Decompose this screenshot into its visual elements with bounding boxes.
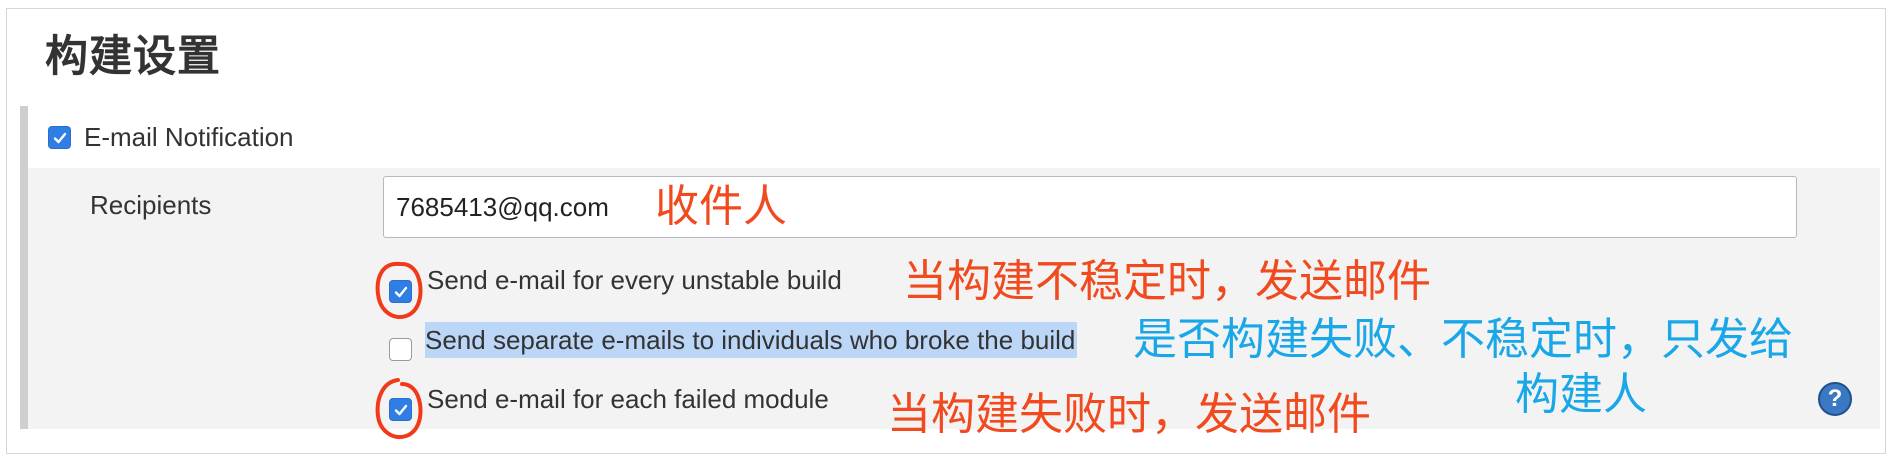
annotation-individuals-line2: 构建人	[1515, 369, 1647, 420]
unstable-build-label: Send e-mail for every unstable build	[427, 265, 842, 295]
section-title: 构建设置	[45, 32, 221, 82]
email-notification-label: E-mail Notification	[84, 122, 294, 152]
check-icon	[53, 132, 67, 144]
circle-mark-icon	[375, 261, 423, 319]
annotation-failed-module: 当构建失败时，发送邮件	[887, 389, 1371, 440]
recipients-label: Recipients	[90, 190, 212, 220]
recipients-input[interactable]	[383, 176, 1797, 238]
email-notification-checkbox[interactable]	[48, 126, 71, 149]
annotation-unstable: 当构建不稳定时，发送邮件	[903, 256, 1431, 307]
block-indent-bar	[20, 106, 28, 429]
individuals-label: Send separate e-mails to individuals who…	[425, 322, 1078, 358]
annotation-recipients: 收件人	[655, 181, 787, 232]
email-notification-header	[28, 106, 1880, 168]
help-icon[interactable]: ?	[1818, 382, 1852, 416]
circle-mark-icon	[375, 378, 423, 439]
individuals-checkbox[interactable]	[389, 338, 412, 361]
annotation-individuals-line1: 是否构建失败、不稳定时，只发给	[1133, 314, 1793, 365]
failed-module-label: Send e-mail for each failed module	[427, 384, 829, 414]
